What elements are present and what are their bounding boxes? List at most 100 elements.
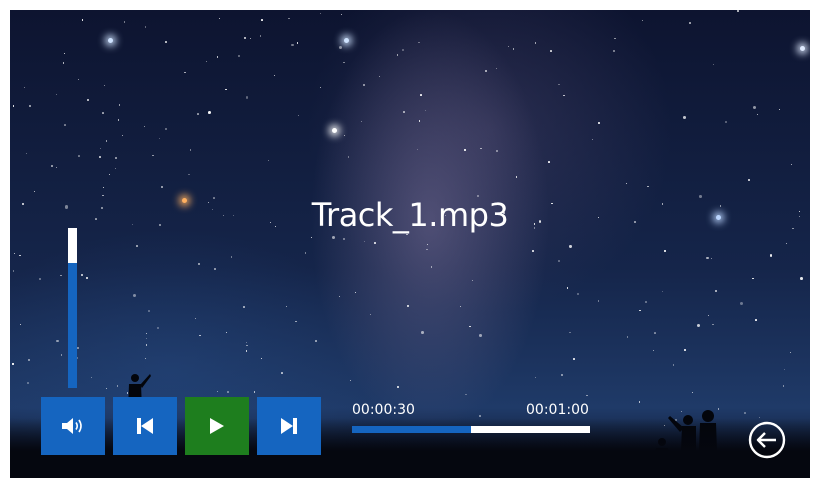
star (237, 55, 240, 58)
star (464, 149, 466, 151)
star (752, 106, 756, 110)
star (485, 70, 488, 73)
star (268, 160, 270, 162)
star (143, 125, 145, 127)
star (319, 13, 322, 15)
star (332, 235, 336, 240)
star (683, 115, 687, 119)
star (430, 266, 433, 268)
star (123, 21, 126, 23)
star (647, 185, 649, 188)
star (105, 387, 108, 389)
star (81, 18, 84, 21)
progress-bar[interactable] (352, 426, 590, 433)
star (56, 167, 58, 169)
star (783, 368, 785, 371)
star (614, 38, 616, 40)
star (569, 331, 571, 334)
star (416, 148, 419, 151)
star (661, 291, 663, 293)
star (645, 300, 647, 303)
star (515, 176, 518, 179)
star (14, 252, 16, 254)
star (225, 88, 227, 91)
player-screen: Track_1.mp3 00:00:30 00:01:00 (10, 10, 810, 478)
star (117, 118, 120, 121)
volume-slider-empty (68, 228, 77, 264)
star (712, 64, 714, 66)
star (396, 53, 399, 56)
star (548, 160, 550, 163)
skip-next-icon (281, 418, 297, 434)
star (243, 305, 246, 308)
star (613, 50, 616, 53)
star (706, 256, 709, 260)
star (402, 49, 404, 51)
star (789, 352, 792, 354)
star (374, 242, 376, 245)
star (105, 140, 108, 143)
star (424, 110, 426, 112)
star (664, 250, 666, 252)
star (260, 35, 262, 37)
previous-track-button[interactable] (113, 397, 177, 455)
star (116, 385, 119, 387)
star (349, 379, 351, 382)
star (287, 17, 290, 20)
star (626, 182, 628, 184)
star (99, 155, 102, 158)
star (144, 357, 146, 359)
star (12, 363, 14, 365)
star (496, 150, 499, 153)
star (144, 25, 147, 28)
volume-slider[interactable] (68, 228, 77, 388)
star (426, 243, 429, 246)
star (396, 385, 399, 389)
skip-previous-icon (137, 418, 153, 434)
star (207, 111, 211, 114)
star (338, 46, 343, 50)
star (755, 319, 757, 321)
star (63, 62, 65, 64)
bright-star (108, 38, 113, 43)
star (19, 254, 21, 257)
star (24, 86, 26, 88)
play-button[interactable] (185, 397, 249, 455)
star (714, 289, 718, 293)
star (296, 42, 299, 44)
star (315, 340, 317, 343)
star (558, 84, 560, 86)
star (55, 94, 57, 96)
star (740, 301, 744, 305)
star (421, 330, 425, 334)
star (572, 358, 575, 361)
next-track-button[interactable] (257, 397, 321, 455)
star (641, 20, 643, 22)
star (743, 412, 746, 414)
star (213, 268, 216, 271)
star (513, 48, 515, 50)
star (638, 401, 641, 403)
star (249, 37, 251, 39)
star (33, 191, 35, 193)
volume-button[interactable] (41, 397, 105, 455)
star (472, 279, 474, 281)
star (747, 179, 750, 182)
star (342, 237, 345, 240)
star (205, 61, 207, 63)
star (194, 317, 197, 319)
star (340, 13, 343, 15)
star (566, 287, 569, 290)
star (102, 112, 104, 115)
star (199, 334, 201, 337)
star (12, 270, 15, 272)
star (145, 344, 148, 347)
star (219, 18, 221, 20)
back-button[interactable] (747, 420, 787, 460)
star (227, 391, 230, 394)
back-arrow-circle-icon (748, 421, 786, 459)
star (569, 245, 572, 248)
star (285, 305, 287, 307)
star (479, 415, 482, 417)
star (549, 50, 552, 52)
